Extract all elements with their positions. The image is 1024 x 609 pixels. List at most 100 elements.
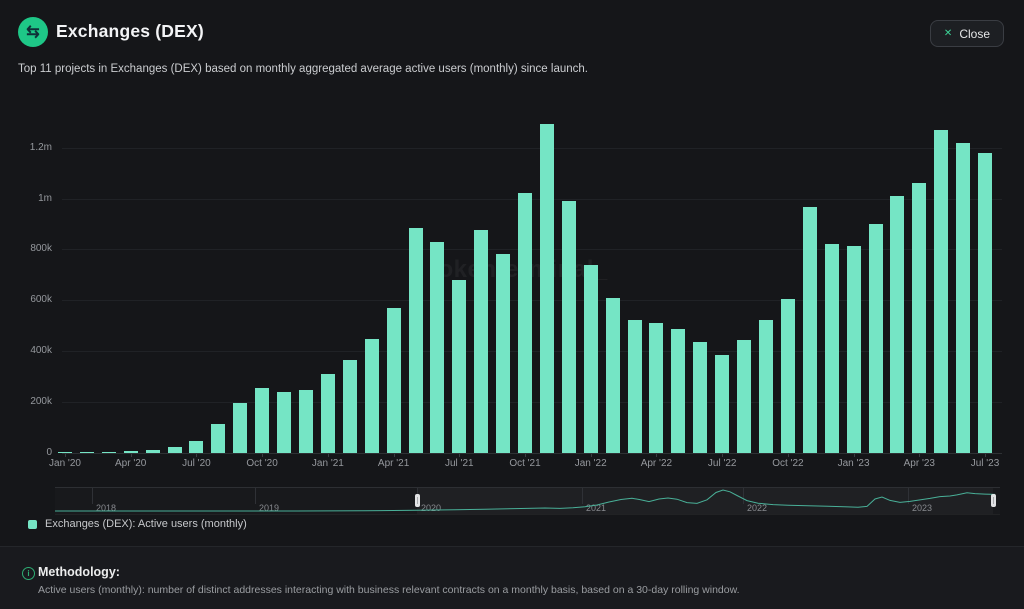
chart-bar-Jul 2023[interactable] [978, 153, 992, 453]
methodology-title: Methodology: [38, 565, 120, 579]
minimap-handle-right[interactable] [990, 494, 996, 507]
x-axis-tick [853, 454, 855, 457]
x-axis-label: Jul '21 [445, 458, 474, 469]
x-axis-tick [327, 454, 329, 457]
x-axis-label: Jan '22 [574, 458, 607, 469]
chart-bar-Apr 2023[interactable] [912, 183, 927, 453]
x-axis-label: Apr '22 [640, 458, 673, 469]
chart-bar-Jan 2022[interactable] [583, 265, 598, 453]
exchanges-dex-dialog: ⇆ Exchanges (DEX) ✕ Close Top 11 project… [0, 0, 1024, 609]
y-axis-label: 400k [30, 345, 52, 357]
chart-bar-Jun 2020[interactable] [167, 447, 182, 453]
chart-bar-May 2021[interactable] [408, 228, 423, 453]
methodology-section: i Methodology: Active users (monthly): n… [0, 547, 1024, 609]
x-axis-label: Jan '21 [311, 458, 344, 469]
chart-bar-Jan 2020[interactable] [58, 452, 72, 453]
chart-bar-Aug 2020[interactable] [211, 424, 226, 453]
chart-bar-May 2020[interactable] [145, 450, 160, 453]
x-axis-tick [525, 454, 526, 457]
x-axis-tick [393, 454, 395, 457]
y-axis-label: 800k [30, 243, 52, 255]
legend-swatch [28, 519, 37, 529]
x-axis-label: Oct '20 [246, 458, 278, 469]
chart-bar-Oct 2020[interactable] [255, 388, 270, 453]
x-axis-label: Jan '20 [49, 458, 81, 469]
gridline [62, 198, 1002, 200]
x-axis-label: Jul '23 [970, 458, 1000, 469]
chart-bar-Oct 2021[interactable] [518, 193, 532, 453]
gridline [62, 147, 1002, 149]
legend-item[interactable]: Exchanges (DEX): Active users (monthly) [28, 518, 247, 530]
y-axis-label: 600k [30, 294, 52, 306]
chart-bar-Mar 2023[interactable] [890, 196, 905, 453]
gridline [62, 249, 1002, 251]
x-axis-label: Oct '22 [772, 458, 804, 469]
chart-bar-Sep 2020[interactable] [233, 403, 248, 453]
y-axis-label: 0 [46, 447, 52, 458]
chart-bar-May 2023[interactable] [934, 130, 949, 453]
info-icon: i [22, 567, 35, 580]
x-axis-tick [919, 454, 921, 457]
x-axis-tick [722, 454, 724, 457]
chart-bar-Dec 2022[interactable] [824, 244, 839, 453]
chart-bar-Apr 2020[interactable] [123, 451, 138, 453]
x-axis-label: Oct '21 [509, 458, 541, 469]
chart-bar-Nov 2021[interactable] [539, 124, 554, 453]
chart-bar-Sep 2021[interactable] [496, 254, 511, 453]
x-axis-tick [590, 454, 592, 457]
chart-bar-Jan 2021[interactable] [320, 374, 335, 453]
chart-bar-May 2022[interactable] [671, 329, 686, 453]
x-axis-tick [262, 454, 264, 457]
chart-bar-Aug 2022[interactable] [737, 340, 752, 453]
x-axis-tick [65, 454, 66, 457]
x-axis-tick [130, 454, 132, 457]
chart-bar-Feb 2021[interactable] [342, 360, 357, 453]
gridline [62, 453, 1002, 454]
chart-bar-Jul 2021[interactable] [452, 280, 467, 453]
gridline [62, 402, 1002, 404]
y-axis-label: 1m [38, 192, 52, 204]
chart-bar-Apr 2021[interactable] [386, 308, 401, 453]
y-axis-label: 1.2m [29, 141, 52, 153]
chart-bar-Jul 2020[interactable] [189, 441, 204, 453]
chart-bar-Mar 2020[interactable] [101, 452, 116, 453]
chart-bar-Mar 2022[interactable] [627, 320, 642, 453]
x-axis-label: Apr '20 [115, 458, 147, 469]
chart-bar-Jul 2022[interactable] [715, 355, 730, 453]
x-axis-tick [985, 454, 986, 457]
x-axis-tick [459, 454, 461, 457]
chart-bar-Aug 2021[interactable] [474, 230, 489, 453]
chart-bar-Mar 2021[interactable] [364, 339, 379, 453]
chart-bar-Dec 2021[interactable] [561, 201, 576, 453]
chart-bar-Feb 2023[interactable] [868, 224, 883, 453]
x-axis-label: Jan '23 [837, 458, 870, 469]
x-axis-label: Apr '21 [377, 458, 410, 469]
chart-bar-Feb 2020[interactable] [79, 452, 94, 453]
x-axis-label: Jul '22 [707, 458, 737, 469]
chart-bar-Nov 2020[interactable] [277, 392, 292, 453]
chart-bar-Nov 2022[interactable] [802, 207, 817, 453]
minimap-handle-left[interactable] [414, 494, 420, 507]
gridline [62, 300, 1002, 302]
chart-bar-Dec 2020[interactable] [299, 390, 313, 453]
chart-bar-Sep 2022[interactable] [759, 320, 773, 453]
y-axis-label: 200k [30, 396, 52, 408]
timeline-brush[interactable]: 2018 2019 2020 2021 2022 2023 [55, 487, 1000, 515]
chart-bar-Jun 2023[interactable] [956, 143, 971, 453]
minimap-sparkline [55, 489, 996, 512]
legend-label: Exchanges (DEX): Active users (monthly) [45, 518, 247, 530]
x-axis-tick [196, 454, 198, 457]
chart-bar-Jan 2023[interactable] [846, 246, 861, 453]
chart-bar-Jun 2021[interactable] [430, 242, 445, 453]
x-axis-label: Apr '23 [903, 458, 935, 469]
handle-grip [416, 497, 418, 504]
handle-grip [992, 497, 994, 504]
gridline [62, 351, 1002, 353]
chart-bar-Oct 2022[interactable] [780, 299, 795, 453]
chart-bar-Jun 2022[interactable] [693, 342, 708, 453]
x-axis-tick [787, 454, 789, 457]
x-axis-tick [656, 454, 658, 457]
chart-bar-Feb 2022[interactable] [605, 298, 620, 453]
x-axis-label: Jul '20 [182, 458, 211, 469]
chart-bar-Apr 2022[interactable] [649, 323, 664, 453]
